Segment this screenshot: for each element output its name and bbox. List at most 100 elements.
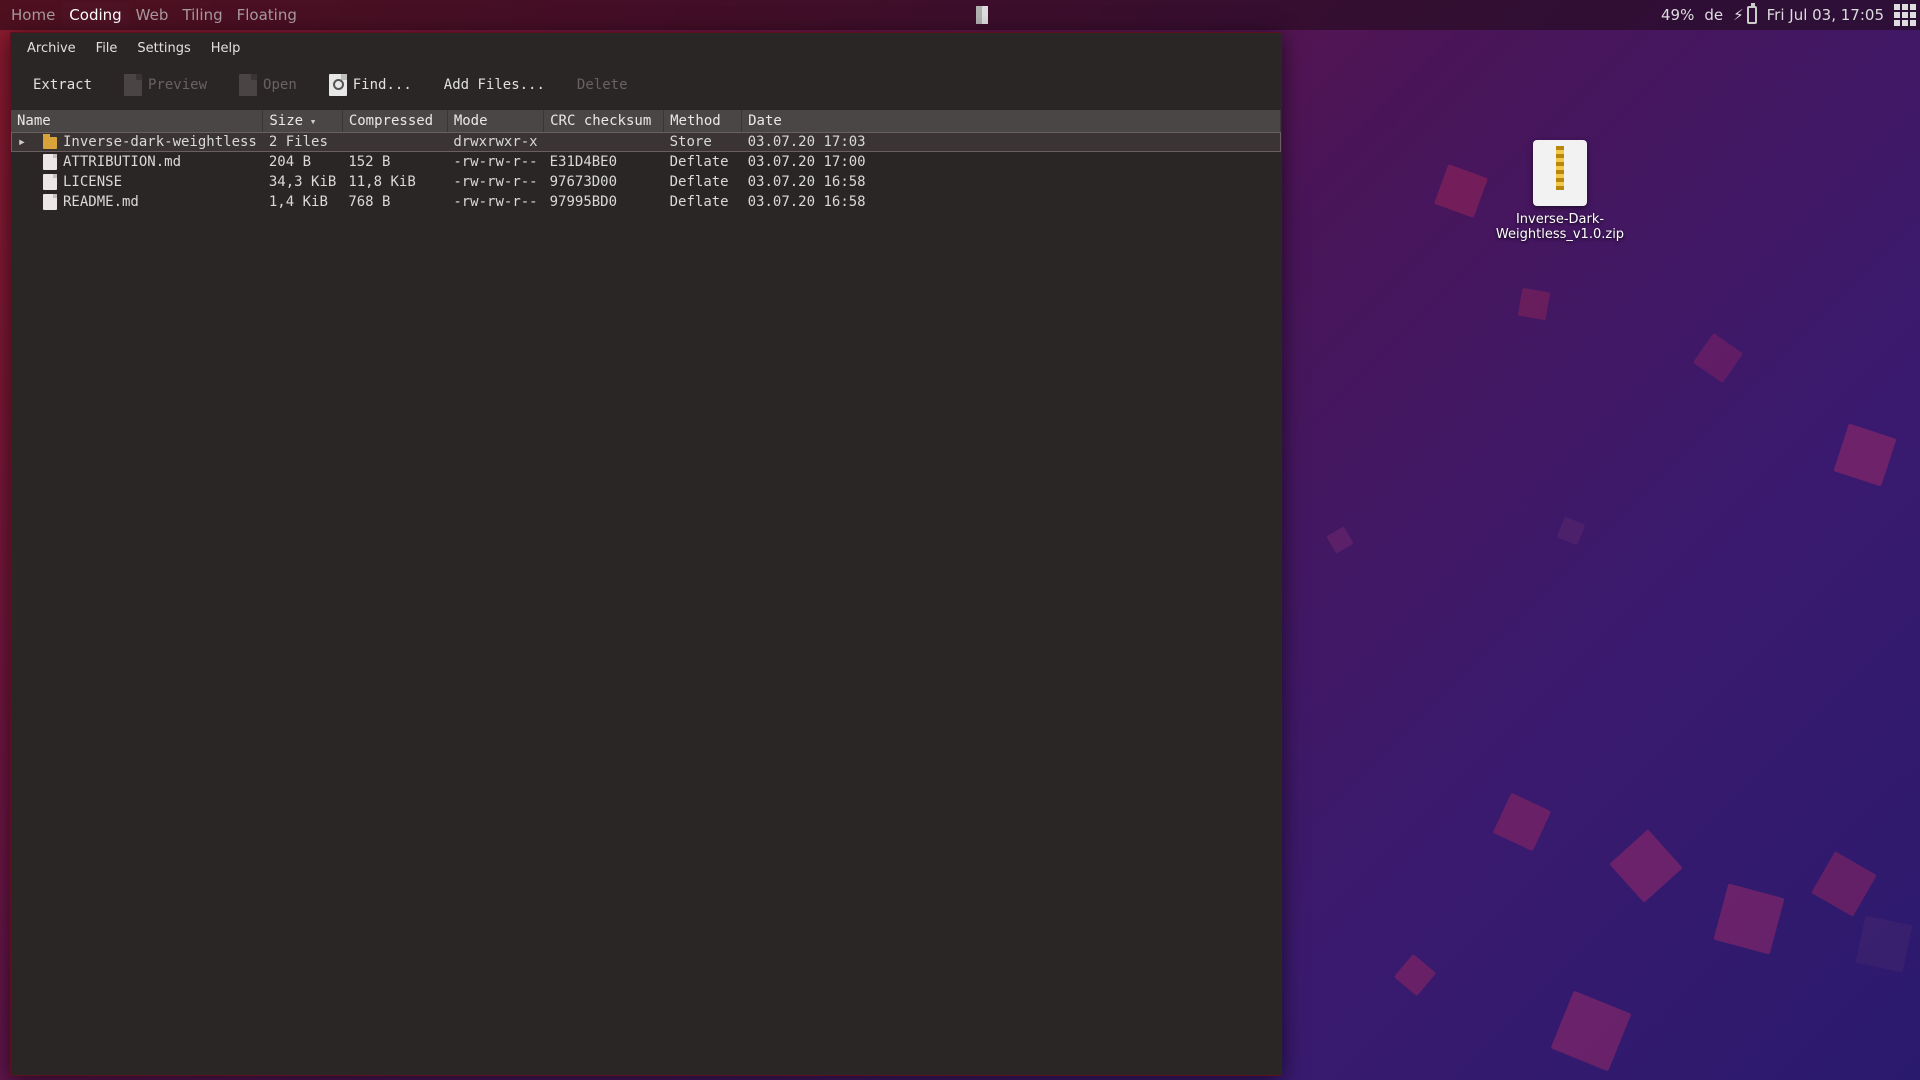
toolbar-label: Preview <box>148 77 207 93</box>
menubar: ArchiveFileSettingsHelp <box>11 33 1281 62</box>
find-button[interactable]: Find... <box>315 68 426 102</box>
decor-cube <box>1609 829 1682 902</box>
row-method: Store <box>664 132 742 152</box>
keyboard-layout[interactable]: de <box>1704 6 1723 24</box>
row-crc <box>544 132 664 152</box>
clock[interactable]: Fri Jul 03, 17:05 <box>1767 6 1884 24</box>
file-list[interactable]: NameSizeCompressedModeCRC checksumMethod… <box>11 110 1281 1075</box>
tray-center <box>976 6 988 24</box>
workspace-home[interactable]: Home <box>4 2 62 28</box>
decor-cube <box>1693 333 1743 383</box>
row-compressed: 768 B <box>342 192 447 212</box>
workspace-web[interactable]: Web <box>129 2 176 28</box>
column-header-date[interactable]: Date <box>742 110 1281 132</box>
file-icon <box>43 154 57 170</box>
row-date: 03.07.20 17:00 <box>742 152 1281 172</box>
desktop-file-label: Inverse-Dark-Weightless_v1.0.zip <box>1460 212 1660 242</box>
taskbar: HomeCodingWebTilingFloating 49% de ⚡ Fri… <box>0 0 1920 30</box>
row-date: 03.07.20 17:03 <box>742 132 1281 152</box>
decor-cube <box>1493 793 1551 851</box>
file-icon <box>43 194 57 210</box>
row-crc: 97673D00 <box>544 172 664 192</box>
zip-icon <box>1533 140 1587 206</box>
row-crc: 97995BD0 <box>544 192 664 212</box>
row-method: Deflate <box>664 152 742 172</box>
desktop-file-icon[interactable]: Inverse-Dark-Weightless_v1.0.zip <box>1460 140 1660 242</box>
row-mode: -rw-rw-r-- <box>447 192 543 212</box>
workspace-coding[interactable]: Coding <box>62 2 128 28</box>
workspace-tiling[interactable]: Tiling <box>175 2 229 28</box>
row-crc: E31D4BE0 <box>544 152 664 172</box>
expander-icon[interactable]: ▸ <box>17 134 27 150</box>
workspace-grid-icon[interactable] <box>1894 4 1916 26</box>
battery-icon <box>1747 6 1757 24</box>
row-compressed <box>342 132 447 152</box>
tray-right: 49% de ⚡ Fri Jul 03, 17:05 <box>1661 4 1916 26</box>
row-size: 34,3 KiB <box>263 172 342 192</box>
row-name: README.md <box>63 194 139 210</box>
toolbar: Extract Preview Open Find... Add Files... Del… <box>11 62 1281 110</box>
row-mode: -rw-rw-r-- <box>447 152 543 172</box>
menu-help[interactable]: Help <box>201 37 251 60</box>
toolbar-label: Open <box>263 77 297 93</box>
extract-button[interactable]: Extract <box>19 71 106 99</box>
file-table: NameSizeCompressedModeCRC checksumMethod… <box>11 110 1281 212</box>
battery-indicator[interactable]: ⚡ <box>1733 6 1757 24</box>
row-mode: -rw-rw-r-- <box>447 172 543 192</box>
workspace-floating[interactable]: Floating <box>230 2 304 28</box>
row-method: Deflate <box>664 172 742 192</box>
menu-settings[interactable]: Settings <box>127 37 200 60</box>
row-name: Inverse-dark-weightless <box>63 134 257 150</box>
column-header-size[interactable]: Size <box>263 110 342 132</box>
column-header-crc-checksum[interactable]: CRC checksum <box>544 110 664 132</box>
add-files-button[interactable]: Add Files... <box>430 71 559 99</box>
folder-icon <box>43 137 57 149</box>
row-date: 03.07.20 16:58 <box>742 192 1281 212</box>
table-row[interactable]: ▸ Inverse-dark-weightless 2 Files drwxrwxr-… <box>11 132 1281 152</box>
column-header-mode[interactable]: Mode <box>447 110 543 132</box>
menu-file[interactable]: File <box>86 37 128 60</box>
row-size: 2 Files <box>263 132 342 152</box>
column-header-name[interactable]: Name <box>11 110 263 132</box>
decor-cube <box>1326 526 1353 553</box>
workspace-switcher: HomeCodingWebTilingFloating <box>4 2 304 28</box>
row-size: 204 B <box>263 152 342 172</box>
column-header-compressed[interactable]: Compressed <box>342 110 447 132</box>
tray-app-icon[interactable] <box>976 6 988 24</box>
preview-button: Preview <box>110 68 221 102</box>
toolbar-label: Add Files... <box>444 77 545 93</box>
open-button: Open <box>225 68 311 102</box>
column-header-method[interactable]: Method <box>664 110 742 132</box>
decor-cube <box>1557 517 1586 546</box>
table-row[interactable]: ATTRIBUTION.md 204 B152 B-rw-rw-r--E31D4B… <box>11 152 1281 172</box>
table-row[interactable]: LICENSE 34,3 KiB11,8 KiB-rw-rw-r--97673D0… <box>11 172 1281 192</box>
row-name: ATTRIBUTION.md <box>63 154 181 170</box>
decor-cube <box>1518 288 1550 320</box>
file-icon <box>43 174 57 190</box>
delete-button: Delete <box>563 71 642 99</box>
table-row[interactable]: README.md 1,4 KiB768 B-rw-rw-r--97995BD0D… <box>11 192 1281 212</box>
row-size: 1,4 KiB <box>263 192 342 212</box>
row-compressed: 152 B <box>342 152 447 172</box>
decor-cube <box>1856 916 1913 973</box>
toolbar-label: Extract <box>33 77 92 93</box>
row-date: 03.07.20 16:58 <box>742 172 1281 192</box>
search-icon <box>329 74 347 96</box>
row-mode: drwxrwxr-x <box>447 132 543 152</box>
row-method: Deflate <box>664 192 742 212</box>
decor-cube <box>1811 851 1877 917</box>
table-header-row: NameSizeCompressedModeCRC checksumMethod… <box>11 110 1281 132</box>
row-compressed: 11,8 KiB <box>342 172 447 192</box>
toolbar-label: Delete <box>577 77 628 93</box>
archive-manager-window: ArchiveFileSettingsHelp Extract Preview Op… <box>10 32 1282 1076</box>
document-icon <box>124 74 142 96</box>
toolbar-label: Find... <box>353 77 412 93</box>
decor-cube <box>1551 991 1632 1072</box>
row-name: LICENSE <box>63 174 122 190</box>
decor-cube <box>1713 883 1784 954</box>
charging-icon: ⚡ <box>1733 6 1744 24</box>
decor-cube <box>1394 954 1436 996</box>
decor-cube <box>1833 423 1896 486</box>
document-icon <box>239 74 257 96</box>
menu-archive[interactable]: Archive <box>17 37 86 60</box>
